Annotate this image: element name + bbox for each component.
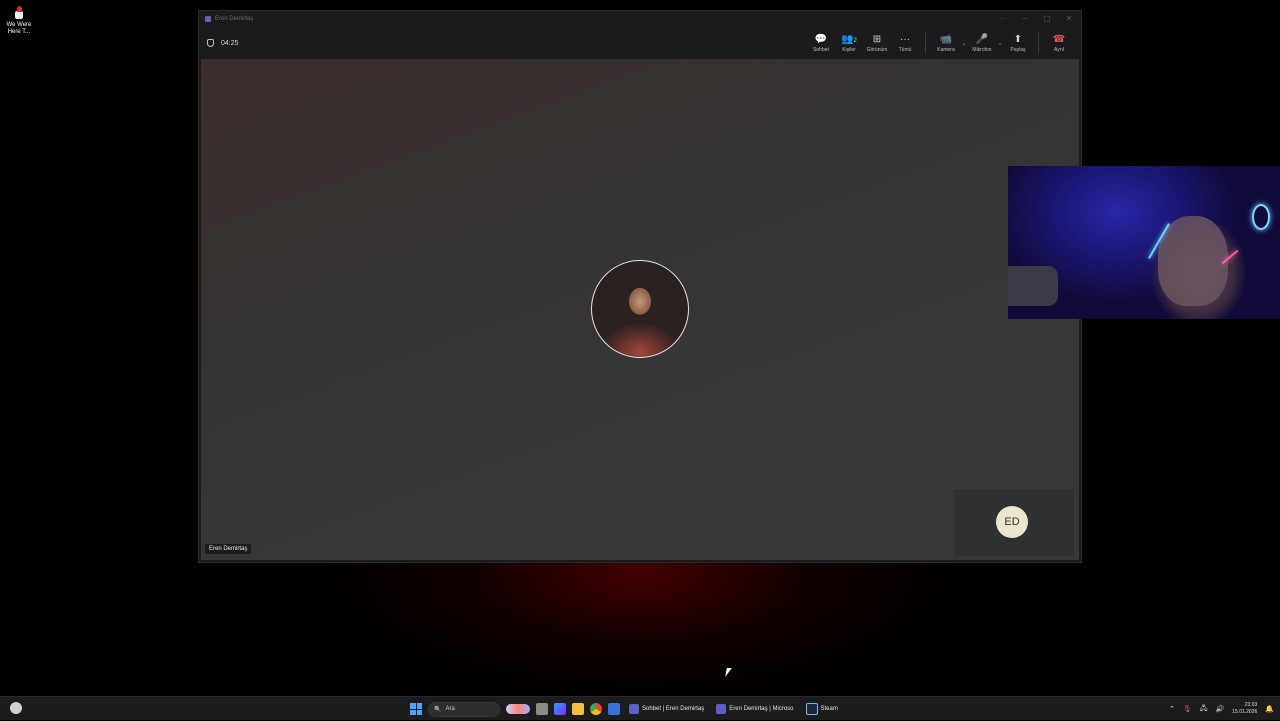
meeting-toolbar: 04:25 💬 Sohbet 👥2 Kişiler ⊞ Görünüm ··· …	[199, 27, 1081, 59]
system-tray: ⌃ 🎙 🖧 🔊 23:03 15.01.2026 🔔	[1169, 697, 1274, 721]
webcam-overlay	[1008, 166, 1280, 319]
desktop-shortcut-label: We Were Here T...	[6, 22, 32, 35]
close-button[interactable]: ✕	[1065, 14, 1073, 23]
desktop-shortcut[interactable]: We Were Here T...	[4, 4, 34, 36]
windows-taskbar: 🔍 Ara Sohbet | Eren Demirtaş Eren Demirt…	[0, 696, 1280, 720]
view-label: Görünüm	[866, 46, 888, 53]
network-icon[interactable]: 🖧	[1200, 704, 1208, 715]
file-explorer-icon[interactable]	[572, 703, 584, 715]
mic-label: Mikrofon	[972, 46, 992, 53]
tray-overflow-chevron-icon[interactable]: ⌃	[1169, 705, 1175, 713]
game-shortcut-icon	[13, 6, 25, 20]
self-view-tile[interactable]: ED	[953, 488, 1075, 558]
volume-icon[interactable]: 🔊	[1216, 705, 1225, 713]
camera-options-chevron-icon[interactable]: ⌄	[960, 40, 968, 47]
minimize-button[interactable]: –	[1021, 14, 1029, 23]
maximize-button[interactable]: ▢	[1043, 14, 1051, 23]
teams-logo-icon	[205, 16, 211, 22]
window-titlebar: Eren Demirtaş ··· – ▢ ✕	[199, 11, 1081, 27]
task-view-icon[interactable]	[536, 703, 548, 715]
grid-view-icon: ⊞	[872, 33, 882, 45]
self-initials-avatar: ED	[996, 506, 1028, 538]
search-icon: 🔍	[434, 706, 442, 713]
taskbar-app-steam[interactable]: Steam	[803, 703, 841, 715]
search-highlight-icon[interactable]	[506, 704, 530, 714]
clock-date: 15.01.2026	[1232, 709, 1258, 715]
windows-logo-icon	[410, 703, 416, 709]
toolbar-divider	[1038, 33, 1039, 53]
participant-name-tag: Eren Demirtaş	[205, 544, 252, 554]
search-placeholder: Ara	[445, 706, 455, 712]
widgets-icon[interactable]	[10, 702, 22, 714]
taskbar-app-label: Sohbet | Eren Demirtaş	[642, 706, 705, 712]
ellipsis-icon: ···	[900, 33, 910, 45]
store-icon[interactable]	[608, 703, 620, 715]
mic-in-use-icon[interactable]: 🎙	[1183, 705, 1192, 713]
taskbar-app-label: Steam	[820, 706, 838, 712]
copilot-icon[interactable]	[554, 703, 566, 715]
taskbar-search[interactable]: 🔍 Ara	[428, 701, 500, 717]
more-options-icon[interactable]: ···	[999, 14, 1007, 23]
chrome-icon[interactable]	[590, 703, 602, 715]
teams-icon	[629, 704, 639, 714]
camera-off-icon: 📹	[939, 33, 953, 45]
people-label: Kişiler	[842, 46, 856, 53]
chat-icon: 💬	[814, 33, 828, 45]
clock-time: 23:03	[1244, 702, 1258, 708]
share-button[interactable]: ⬆ Paylaş	[1004, 28, 1032, 58]
webcam-background-object	[1008, 266, 1058, 306]
view-button[interactable]: ⊞ Görünüm	[863, 28, 891, 58]
camera-button[interactable]: 📹 Kamera	[932, 28, 960, 58]
more-label: Tümü	[898, 46, 912, 53]
video-stage: Eren Demirtaş ED	[201, 59, 1079, 560]
people-icon: 👥2	[841, 33, 857, 45]
steam-icon	[805, 703, 818, 715]
neon-light	[1252, 204, 1270, 230]
people-button[interactable]: 👥2 Kişiler	[835, 28, 863, 58]
timer-text: 04:25	[221, 39, 239, 47]
more-button[interactable]: ··· Tümü	[891, 28, 919, 58]
mic-button[interactable]: 🎤 Mikrofon	[968, 28, 996, 58]
teams-icon	[716, 704, 727, 714]
hang-up-icon: ☎	[1052, 33, 1066, 45]
share-label: Paylaş	[1010, 46, 1026, 53]
notifications-icon[interactable]: 🔔	[1265, 705, 1274, 713]
people-count: 2	[853, 37, 857, 44]
share-screen-icon: ⬆	[1013, 33, 1023, 45]
chat-button[interactable]: 💬 Sohbet	[807, 28, 835, 58]
leave-button[interactable]: ☎ Ayrıl	[1045, 28, 1073, 58]
meeting-timer: 04:25	[207, 39, 239, 47]
webcam-person	[1158, 216, 1228, 306]
window-controls: ··· – ▢ ✕	[999, 14, 1073, 23]
camera-label: Kamera	[937, 46, 955, 53]
taskbar-app-teams-chat[interactable]: Sohbet | Eren Demirtaş	[626, 704, 707, 714]
leave-label: Ayrıl	[1054, 46, 1064, 53]
teams-meeting-window: Eren Demirtaş ··· – ▢ ✕ 04:25 💬 Sohbet 👥…	[198, 10, 1082, 563]
window-title: Eren Demirtaş	[215, 16, 254, 22]
participant-avatar[interactable]	[591, 260, 689, 358]
microphone-icon: 🎤	[975, 33, 989, 45]
chat-label: Sohbet	[813, 46, 829, 53]
mic-options-chevron-icon[interactable]: ⌄	[996, 40, 1004, 47]
taskbar-center: 🔍 Ara Sohbet | Eren Demirtaş Eren Demirt…	[410, 697, 841, 721]
shield-icon	[207, 39, 214, 47]
desktop-glow	[330, 560, 950, 700]
toolbar-divider	[925, 33, 926, 53]
meeting-controls: 💬 Sohbet 👥2 Kişiler ⊞ Görünüm ··· Tümü 📹…	[807, 27, 1073, 59]
start-button[interactable]	[410, 703, 422, 715]
taskbar-clock[interactable]: 23:03 15.01.2026	[1232, 702, 1257, 716]
taskbar-app-label: Eren Demirtaş | Microso	[729, 706, 794, 712]
taskbar-app-teams-meeting[interactable]: Eren Demirtaş | Microso	[713, 704, 796, 714]
